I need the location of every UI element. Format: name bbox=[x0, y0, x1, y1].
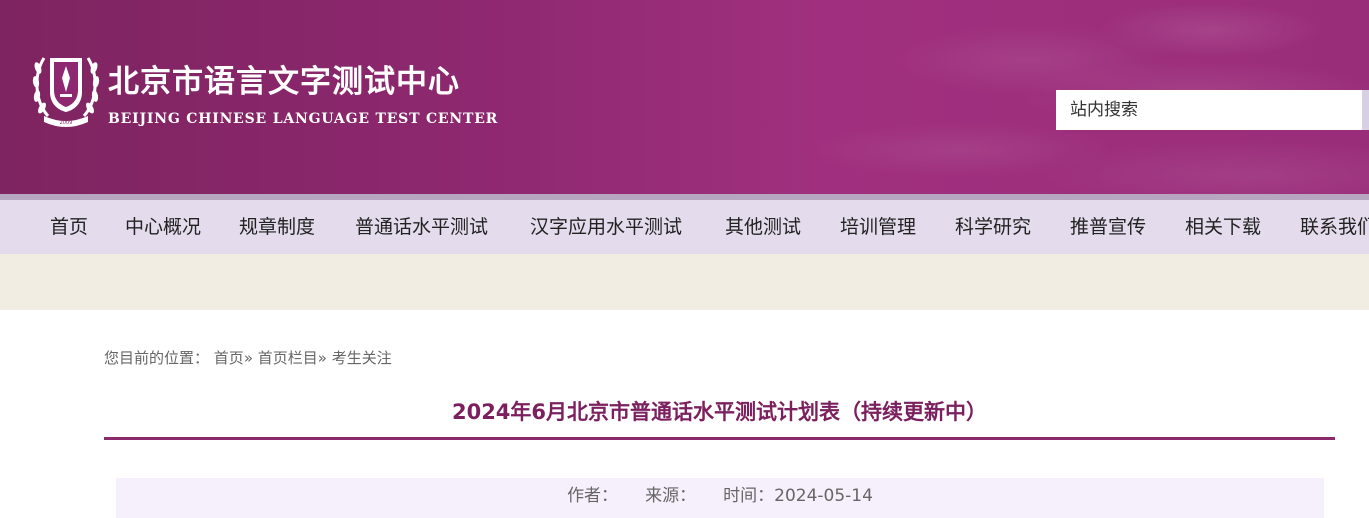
meta-time-label: 时间： bbox=[723, 486, 775, 506]
nav-item-regulations[interactable]: 规章制度 bbox=[239, 200, 315, 254]
article-title: 2024年6月北京市普通话水平测试计划表（持续更新中） bbox=[451, 400, 988, 424]
main-nav: 首页 中心概况 规章制度 普通话水平测试 汉字应用水平测试 其他测试 培训管理 … bbox=[0, 200, 1369, 254]
nav-item-hanzi-test[interactable]: 汉字应用水平测试 bbox=[530, 200, 682, 254]
meta-author-label: 作者： bbox=[567, 486, 619, 506]
breadcrumb-link-column[interactable]: 首页栏目 bbox=[258, 349, 318, 367]
meta-source-label: 来源： bbox=[645, 486, 697, 506]
header-banner: 2009 北京市语言文字测试中心 BEIJING CHINESE LANGUAG… bbox=[0, 0, 1369, 194]
nav-item-about[interactable]: 中心概况 bbox=[125, 200, 201, 254]
title-divider bbox=[104, 437, 1335, 440]
nav-item-other-tests[interactable]: 其他测试 bbox=[725, 200, 801, 254]
search-button[interactable] bbox=[1362, 90, 1369, 130]
site-title[interactable]: 北京市语言文字测试中心 bbox=[108, 64, 460, 100]
breadcrumb-link-candidates[interactable]: 考生关注 bbox=[332, 349, 392, 367]
nav-item-contact[interactable]: 联系我们 bbox=[1300, 200, 1369, 254]
site-search-input[interactable] bbox=[1056, 90, 1362, 130]
nav-item-home[interactable]: 首页 bbox=[50, 200, 88, 254]
breadcrumb-separator: » bbox=[317, 349, 327, 367]
laurel-emblem-icon[interactable]: 2009 bbox=[30, 52, 102, 130]
breadcrumb-link-home[interactable]: 首页 bbox=[214, 349, 244, 367]
breadcrumb-prefix: 您目前的位置： bbox=[104, 349, 210, 367]
article-meta: 作者： 来源： 时间：2024-05-14 bbox=[116, 484, 1324, 508]
breadcrumb: 您目前的位置： 首页» 首页栏目» 考生关注 bbox=[104, 347, 392, 369]
site-subtitle: BEIJING CHINESE LANGUAGE TEST CENTER bbox=[108, 111, 499, 127]
nav-item-research[interactable]: 科学研究 bbox=[955, 200, 1031, 254]
nav-item-training[interactable]: 培训管理 bbox=[840, 200, 916, 254]
svg-text:2009: 2009 bbox=[60, 120, 73, 126]
meta-time-value: 2024-05-14 bbox=[774, 486, 873, 506]
nav-item-promotion[interactable]: 推普宣传 bbox=[1070, 200, 1146, 254]
sub-nav-bar bbox=[0, 254, 1369, 310]
breadcrumb-separator: » bbox=[243, 349, 253, 367]
nav-item-downloads[interactable]: 相关下载 bbox=[1185, 200, 1261, 254]
nav-item-putonghua-test[interactable]: 普通话水平测试 bbox=[355, 200, 488, 254]
